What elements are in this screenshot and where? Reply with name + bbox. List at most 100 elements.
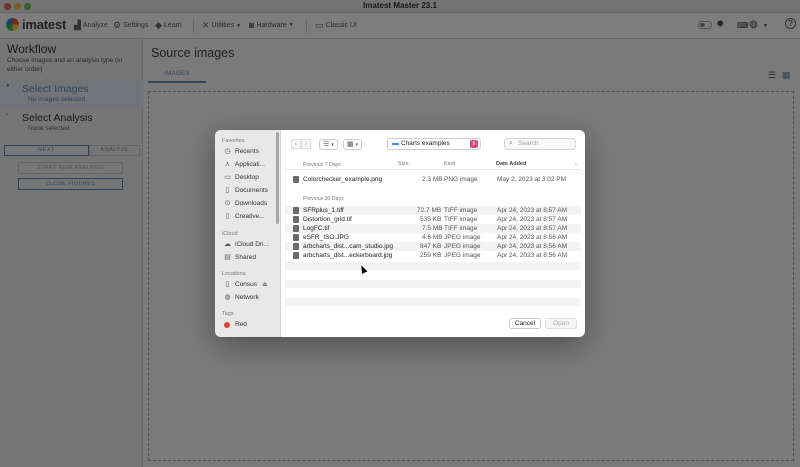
file-row[interactable]: Colorchecker_example.png 2.3 MB PNG imag… bbox=[285, 175, 581, 184]
file-kind: TIFF image bbox=[444, 225, 478, 232]
file-row[interactable]: Distortion_grid.tif 535 KB TIFF image Ap… bbox=[285, 215, 581, 224]
sidebar-item-label: Recents bbox=[235, 147, 259, 155]
clock-icon: ◷ bbox=[224, 148, 231, 155]
file-size: 847 KB bbox=[420, 243, 442, 250]
file-row[interactable]: LogFC.tif 7.5 MB TIFF image Apr 24, 2023… bbox=[285, 224, 581, 233]
sidebar-item-creative[interactable]: ▯ Creative... bbox=[223, 212, 265, 221]
file-size: 259 KB bbox=[420, 252, 442, 259]
desktop-icon: ▭ bbox=[224, 174, 231, 181]
view-options-button[interactable]: ☰ ▾ bbox=[319, 139, 338, 150]
sidebar-item-applications[interactable]: ⋏ Applicati... bbox=[223, 160, 265, 169]
file-size: 7.5 MB bbox=[422, 225, 443, 232]
dialog-sidebar: Favorites ◷ Recents ⋏ Applicati... ▭ Deskto… bbox=[215, 130, 281, 337]
applications-icon: ⋏ bbox=[224, 161, 231, 168]
file-name: eSFR_ISO.JPG bbox=[303, 234, 349, 241]
column-header-kind[interactable]: Kind bbox=[444, 161, 455, 167]
image-file-icon bbox=[293, 234, 299, 241]
column-header-date-added[interactable]: Date Added bbox=[496, 161, 526, 167]
file-kind: TIFF image bbox=[444, 207, 478, 214]
file-size: 535 KB bbox=[420, 216, 442, 223]
file-row[interactable]: arbcharts_dist...eckerboard.jpg 259 KB J… bbox=[285, 251, 581, 260]
network-globe-icon: ◍ bbox=[224, 294, 231, 301]
sidebar-item-consus[interactable]: ▯ Consus ⏏ bbox=[223, 280, 268, 289]
shared-folder-icon: ▤ bbox=[224, 254, 231, 261]
empty-row bbox=[285, 280, 581, 288]
sidebar-item-label: iCloud Dri... bbox=[235, 240, 269, 248]
image-file-icon bbox=[293, 243, 299, 250]
empty-row bbox=[285, 298, 581, 306]
sidebar-item-documents[interactable]: ▯ Documents bbox=[223, 186, 268, 195]
sidebar-item-label: Shared bbox=[235, 253, 256, 261]
forward-icon[interactable]: › bbox=[301, 139, 311, 149]
list-view-icon: ☰ bbox=[323, 141, 330, 148]
sidebar-item-recents[interactable]: ◷ Recents bbox=[223, 147, 259, 156]
group-options-button[interactable]: ▦ ▾ bbox=[343, 139, 363, 150]
eject-icon[interactable]: ⏏ bbox=[262, 281, 268, 288]
open-button[interactable]: Open bbox=[545, 318, 577, 329]
sidebar-item-label: Creative... bbox=[235, 212, 265, 220]
tags-header: Tags bbox=[222, 311, 234, 317]
sidebar-item-label: Applicati... bbox=[235, 160, 265, 168]
file-kind: JPEG image bbox=[444, 234, 481, 241]
file-date: May 2, 2023 at 3:02 PM bbox=[497, 176, 567, 183]
chevron-down-icon: ⌄ bbox=[574, 161, 579, 167]
file-name: arbcharts_dist...eckerboard.jpg bbox=[303, 252, 393, 259]
file-kind: JPEG image bbox=[444, 252, 481, 259]
file-date: Apr 24, 2023 at 8:56 AM bbox=[497, 252, 568, 259]
sidebar-item-label: Downloads bbox=[235, 199, 268, 207]
open-file-dialog: Favorites ◷ Recents ⋏ Applicati... ▭ Deskto… bbox=[215, 130, 585, 337]
image-file-icon bbox=[293, 207, 299, 214]
locations-header: Locations bbox=[222, 271, 246, 277]
file-date: Apr 24, 2023 at 8:56 AM bbox=[497, 234, 568, 241]
file-icon: ▯ bbox=[225, 213, 230, 220]
file-row[interactable]: arbcharts_dist...cam_studio.jpg 847 KB J… bbox=[285, 242, 581, 251]
image-file-icon bbox=[293, 216, 299, 223]
sidebar-item-label: Network bbox=[235, 293, 259, 301]
favorites-header: Favorites bbox=[222, 138, 245, 144]
red-tag-icon bbox=[224, 321, 230, 328]
cancel-button[interactable]: Cancel bbox=[509, 318, 541, 329]
folder-icon: ▬ bbox=[392, 140, 399, 147]
cloud-icon: ☁ bbox=[224, 241, 231, 248]
folder-name: Charts examples bbox=[401, 140, 450, 147]
sidebar-item-label: Red bbox=[235, 321, 247, 328]
empty-row bbox=[285, 262, 581, 270]
dialog-file-browser: ‹ › ☰ ▾ ▦ ▾ ▬ Charts examples ⇕ ⌕ Search S… bbox=[281, 130, 585, 337]
download-icon: ⊙ bbox=[224, 200, 231, 207]
chevron-down-icon: ▾ bbox=[331, 142, 334, 148]
file-kind: JPEG image bbox=[444, 243, 481, 250]
folder-selector[interactable]: ▬ Charts examples ⇕ bbox=[387, 138, 481, 150]
file-row[interactable]: SFRplus_1.tiff 72.7 MB TIFF image Apr 24… bbox=[285, 206, 581, 215]
sidebar-item-shared[interactable]: ▤ Shared bbox=[223, 253, 256, 262]
search-placeholder: Search bbox=[518, 140, 539, 147]
sidebar-item-icloud-drive[interactable]: ☁ iCloud Dri... bbox=[223, 240, 269, 249]
file-name: LogFC.tif bbox=[303, 225, 330, 232]
sidebar-item-tag-red[interactable]: Red bbox=[223, 321, 247, 328]
column-header-size[interactable]: Size bbox=[398, 161, 409, 167]
grid-view-icon: ▦ bbox=[347, 141, 354, 148]
chevron-updown-icon: ⇕ bbox=[470, 140, 478, 148]
back-icon[interactable]: ‹ bbox=[291, 139, 301, 149]
file-row[interactable]: eSFR_ISO.JPG 4.6 MB JPEG image Apr 24, 2… bbox=[285, 233, 581, 242]
file-name: arbcharts_dist...cam_studio.jpg bbox=[303, 243, 393, 250]
sidebar-item-desktop[interactable]: ▭ Desktop bbox=[223, 173, 259, 182]
file-kind: TIFF image bbox=[444, 216, 478, 223]
sidebar-scrollbar[interactable] bbox=[276, 132, 279, 224]
image-file-icon bbox=[293, 225, 299, 232]
image-file-icon bbox=[293, 252, 299, 259]
icloud-header: iCloud bbox=[222, 231, 238, 237]
sidebar-item-downloads[interactable]: ⊙ Downloads bbox=[223, 199, 268, 208]
file-date: Apr 24, 2023 at 8:57 AM bbox=[497, 216, 568, 223]
sidebar-item-label: Documents bbox=[235, 186, 268, 194]
sidebar-item-network[interactable]: ◍ Network bbox=[223, 293, 259, 302]
drive-icon: ▯ bbox=[225, 281, 230, 288]
document-icon: ▯ bbox=[225, 187, 230, 194]
search-input[interactable]: ⌕ Search bbox=[504, 138, 576, 150]
file-date: Apr 24, 2023 at 8:56 AM bbox=[497, 243, 568, 250]
file-date: Apr 24, 2023 at 8:57 AM bbox=[497, 225, 568, 232]
sidebar-item-label: Desktop bbox=[235, 173, 259, 181]
sidebar-item-label: Consus bbox=[235, 280, 258, 288]
group-header-previous-7-days: Previous 7 Days bbox=[303, 162, 341, 168]
navigation-buttons: ‹ › bbox=[291, 139, 311, 149]
file-name: SFRplus_1.tiff bbox=[303, 207, 344, 214]
